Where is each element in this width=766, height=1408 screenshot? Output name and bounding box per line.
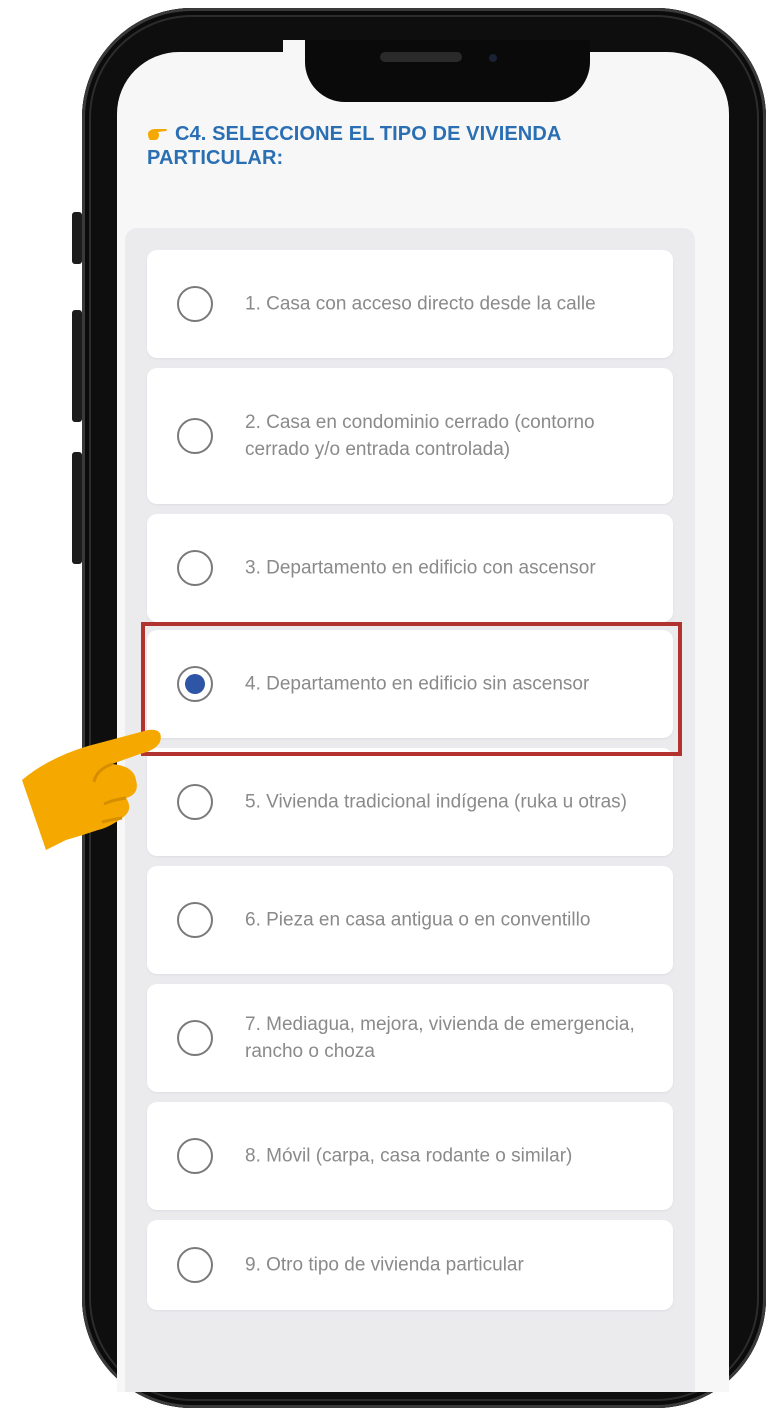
phone-notch xyxy=(305,40,590,102)
radio-button[interactable] xyxy=(177,1247,213,1283)
option-3[interactable]: 3. Departamento en edificio con ascensor xyxy=(147,514,673,622)
question-heading: C4. SELECCIONE EL TIPO DE VIVIENDA PARTI… xyxy=(147,122,667,170)
pointing-hand-icon xyxy=(22,729,161,850)
option-label: 2. Casa en condominio cerrado (contorno … xyxy=(245,412,595,460)
option-8[interactable]: 8. Móvil (carpa, casa rodante o similar) xyxy=(147,1102,673,1210)
notch-corner xyxy=(283,40,307,64)
question-text: C4. SELECCIONE EL TIPO DE VIVIENDA PARTI… xyxy=(147,123,561,169)
option-1[interactable]: 1. Casa con acceso directo desde la call… xyxy=(147,250,673,358)
speaker-grille xyxy=(380,52,462,62)
selection-highlight-frame xyxy=(141,622,682,756)
front-camera xyxy=(489,54,497,62)
radio-button[interactable] xyxy=(177,550,213,586)
option-2[interactable]: 2. Casa en condominio cerrado (contorno … xyxy=(147,368,673,504)
option-7[interactable]: 7. Mediagua, mejora, vivienda de emergen… xyxy=(147,984,673,1092)
option-label: 9. Otro tipo de vivienda particular xyxy=(245,1254,524,1276)
radio-button[interactable] xyxy=(177,286,213,322)
option-label: 5. Vivienda tradicional indígena (ruka u… xyxy=(245,791,627,813)
option-label: 1. Casa con acceso directo desde la call… xyxy=(245,293,596,315)
radio-button[interactable] xyxy=(177,902,213,938)
option-9[interactable]: 9. Otro tipo de vivienda particular xyxy=(147,1220,673,1310)
radio-button[interactable] xyxy=(177,1020,213,1056)
option-label: 6. Pieza en casa antigua o en conventill… xyxy=(245,909,591,931)
options-list: 1. Casa con acceso directo desde la call… xyxy=(125,228,695,1392)
option-label: 3. Departamento en edificio con ascensor xyxy=(245,557,596,579)
phone-volume-up-button xyxy=(72,310,82,422)
option-label: 7. Mediagua, mejora, vivienda de emergen… xyxy=(245,1014,635,1062)
pointing-hand-icon xyxy=(148,129,167,140)
radio-button[interactable] xyxy=(177,1138,213,1174)
option-5[interactable]: 5. Vivienda tradicional indígena (ruka u… xyxy=(147,748,673,856)
phone-volume-down-button xyxy=(72,452,82,564)
option-6[interactable]: 6. Pieza en casa antigua o en conventill… xyxy=(147,866,673,974)
radio-button[interactable] xyxy=(177,784,213,820)
phone-silent-switch xyxy=(72,212,82,264)
radio-button[interactable] xyxy=(177,418,213,454)
option-label: 8. Móvil (carpa, casa rodante o similar) xyxy=(245,1145,573,1167)
